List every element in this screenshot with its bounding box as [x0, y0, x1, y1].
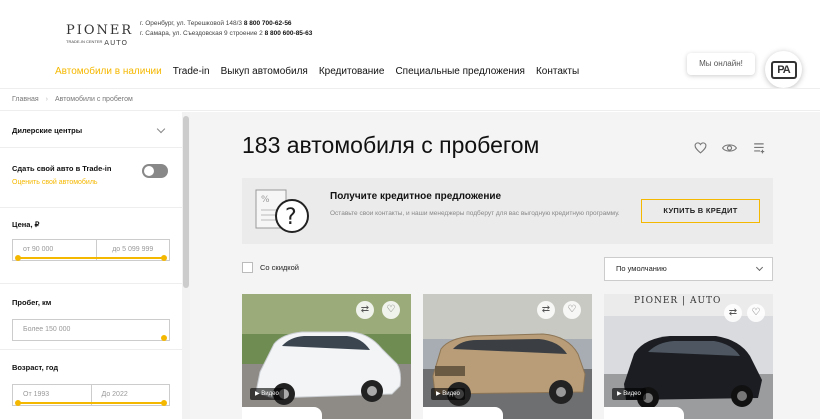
mileage-slider-handle[interactable] [161, 335, 167, 341]
card-info-tab [242, 407, 322, 419]
logo-sub-left: TRADE-IN CENTER [66, 39, 103, 44]
logo-brand: PIONER [66, 23, 134, 38]
phone-samara[interactable]: 8 800 600-85-63 [265, 30, 313, 37]
compare-add-icon[interactable]: ⇄ [537, 301, 555, 319]
address-samara: г. Самара, ул. Съездовская 9 строение 2 … [140, 30, 313, 37]
compare-add-icon[interactable]: ⇄ [356, 301, 374, 319]
toggle-knob [144, 166, 154, 176]
nav-special-offers[interactable]: Специальные предложения [395, 66, 525, 77]
evaluate-car-link[interactable]: Оценить свой автомобиль [12, 179, 170, 186]
age-title: Возраст, год [12, 363, 59, 372]
video-badge[interactable]: ▶ Видео [612, 388, 646, 400]
filter-price: Цена, ₽ от 90 000 до 5 099 999 [0, 208, 182, 284]
page-title: 183 автомобиля с пробегом [242, 132, 540, 158]
car-card[interactable]: PIONER | AUTO ⇄ ♡ ▶ Видео [604, 294, 773, 419]
age-slider-max-handle[interactable] [161, 400, 167, 406]
discount-label: Со скидкой [260, 263, 299, 272]
logo-sub: TRADE-IN CENTER AUTO [66, 39, 128, 47]
buy-on-credit-button[interactable]: КУПИТЬ В КРЕДИТ [641, 199, 760, 223]
scrollbar-thumb[interactable] [183, 116, 189, 288]
nav-buyout[interactable]: Выкуп автомобиля [221, 66, 308, 77]
video-badge[interactable]: ▶ Видео [431, 388, 465, 400]
address-orenburg: г. Оренбург, ул. Терешковой 148/3 8 800 … [140, 20, 292, 27]
nav-contacts[interactable]: Контакты [536, 66, 579, 77]
site-header: PIONER TRADE-IN CENTER AUTO г. Оренбург,… [0, 0, 820, 88]
price-title: Цена, ₽ [12, 220, 40, 229]
nav-credit[interactable]: Кредитование [319, 66, 385, 77]
compare-add-icon[interactable]: ⇄ [724, 304, 742, 322]
logo-sub-right: AUTO [104, 39, 128, 47]
svg-text:%: % [261, 195, 270, 205]
nav-cars-in-stock[interactable]: Автомобили в наличии [55, 66, 162, 77]
question-document-icon: % ? [254, 188, 314, 236]
age-slider-min-handle[interactable] [15, 400, 21, 406]
online-chat-bubble[interactable]: Мы онлайн! [687, 53, 755, 75]
mileage-title: Пробег, км [12, 298, 52, 307]
breadcrumb-separator: › [45, 96, 48, 103]
heart-icon[interactable] [693, 142, 707, 154]
price-slider-min-handle[interactable] [15, 255, 21, 261]
catalog-main: 183 автомобиля с пробегом % ? Получите к… [190, 112, 820, 419]
filter-age: Возраст, год От 1993 До 2022 [0, 350, 182, 419]
filter-tradein: Сдать свой авто в Trade-in Оценить свой … [0, 148, 182, 208]
online-chat-button[interactable]: PA [765, 51, 802, 88]
video-badge[interactable]: ▶ Видео [250, 388, 284, 400]
price-slider[interactable] [15, 255, 167, 261]
breadcrumb-current: Автомобили с пробегом [55, 96, 133, 103]
tradein-toggle[interactable] [142, 164, 168, 178]
heart-icon[interactable]: ♡ [563, 301, 581, 319]
filter-mileage: Пробег, км Более 150 000 [0, 284, 182, 350]
promo-text: Оставьте свои контакты, и наши менеджеры… [330, 210, 620, 217]
car-card[interactable]: ⇄ ♡ ▶ Видео [423, 294, 592, 419]
discount-checkbox[interactable] [242, 262, 253, 273]
sidebar-scrollbar[interactable] [182, 112, 190, 419]
breadcrumb-home[interactable]: Главная [12, 96, 39, 103]
eye-icon[interactable] [721, 142, 738, 154]
filter-dealers-title: Дилерские центры [12, 126, 83, 135]
sort-value: По умолчанию [616, 264, 667, 273]
heart-icon[interactable]: ♡ [747, 304, 765, 322]
chat-logo: PA [770, 60, 797, 79]
addresses: г. Оренбург, ул. Терешковой 148/3 8 800 … [140, 19, 312, 39]
discount-filter[interactable]: Со скидкой [242, 262, 299, 273]
sort-select[interactable]: По умолчанию [604, 257, 773, 281]
compare-list-icon[interactable] [752, 142, 766, 154]
dealer-banner: PIONER | AUTO [634, 296, 722, 306]
nav-trade-in[interactable]: Trade-in [173, 66, 210, 77]
mileage-slider[interactable] [18, 335, 167, 341]
svg-text:?: ? [285, 205, 297, 230]
chevron-down-icon [755, 263, 764, 272]
card-info-tab [604, 407, 684, 419]
pioner-logo[interactable]: PIONER TRADE-IN CENTER AUTO [66, 23, 134, 48]
price-slider-max-handle[interactable] [161, 255, 167, 261]
phone-orenburg[interactable]: 8 800 700-62-56 [244, 20, 292, 27]
age-slider[interactable] [15, 400, 167, 406]
filters-sidebar: Дилерские центры Сдать свой авто в Trade… [0, 112, 182, 419]
credit-promo-banner: % ? Получите кредитное предложение Остав… [242, 178, 773, 244]
main-nav: Автомобили в наличии Trade-in Выкуп авто… [55, 66, 590, 77]
breadcrumb: Главная › Автомобили с пробегом [0, 88, 820, 111]
car-card[interactable]: ⇄ ♡ ▶ Видео [242, 294, 411, 419]
filter-dealers[interactable]: Дилерские центры [0, 112, 182, 148]
heart-icon[interactable]: ♡ [382, 301, 400, 319]
promo-title: Получите кредитное предложение [330, 191, 502, 202]
card-info-tab [423, 407, 503, 419]
